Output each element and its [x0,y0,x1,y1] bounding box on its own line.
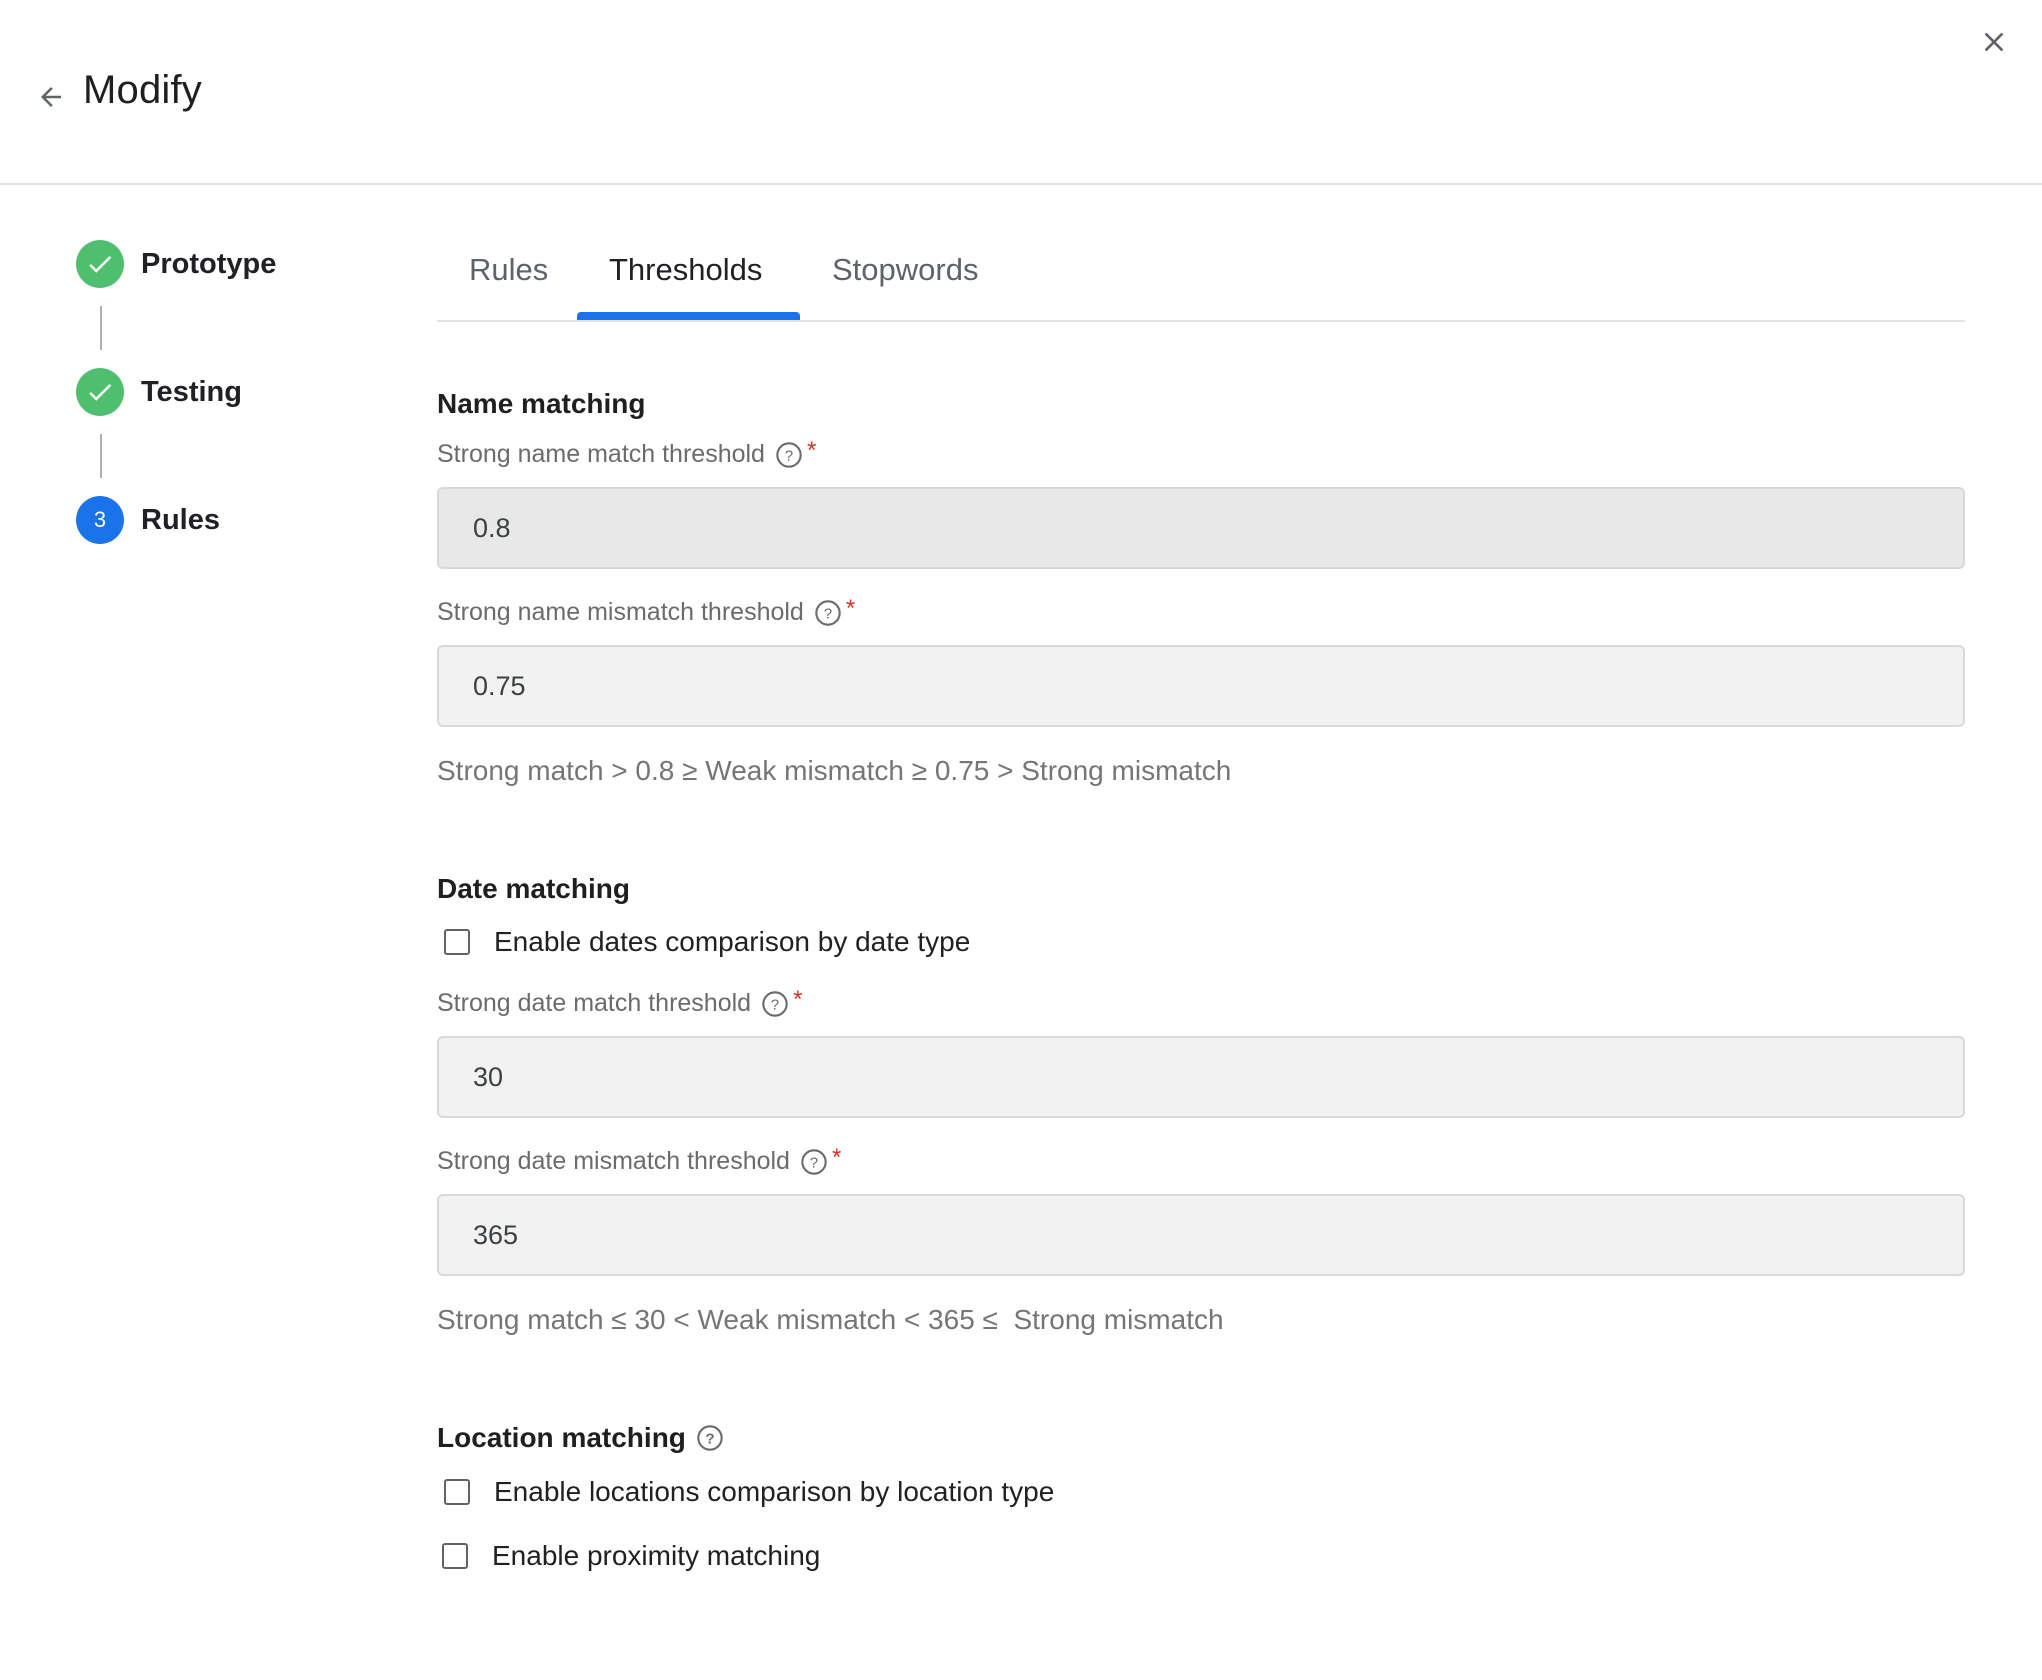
field-label-strong-date-mismatch: Strong date mismatch threshold ? * [437,1143,842,1176]
active-tab-indicator [577,312,800,320]
required-marker: * [793,985,803,1013]
date-threshold-hint: Strong match ≤ 30 < Weak mismatch < 365 … [437,1304,1224,1335]
checkbox-label: Enable dates comparison by date type [494,926,971,957]
step-prototype[interactable]: Prototype [76,240,276,288]
strong-name-match-input[interactable]: 0.8 [437,487,1965,569]
proximity-matching-checkbox[interactable]: Enable proximity matching [442,1540,820,1572]
check-icon [76,240,124,288]
check-icon [76,368,124,416]
back-arrow-icon[interactable] [36,82,66,112]
svg-text:?: ? [705,1430,714,1447]
help-icon[interactable]: ? [800,1148,828,1176]
step-testing[interactable]: Testing [76,368,242,416]
required-marker: * [806,436,817,464]
help-icon[interactable]: ? [696,1424,724,1452]
section-title-location-matching: Location matching ? [437,1422,724,1454]
help-icon[interactable]: ? [775,441,803,469]
location-type-comparison-checkbox[interactable]: Enable locations comparison by location … [444,1476,1054,1508]
strong-date-mismatch-input[interactable]: 365 [437,1194,1965,1276]
svg-text:?: ? [824,605,832,622]
tab-bar: Rules Thresholds Stopwords [437,240,1965,322]
help-icon[interactable]: ? [814,599,842,627]
svg-text:?: ? [785,447,793,464]
page-title: Modify [83,68,203,112]
step-rules[interactable]: 3 Rules [76,496,220,544]
date-type-comparison-checkbox[interactable]: Enable dates comparison by date type [444,926,970,958]
step-label: Prototype [141,247,277,280]
help-icon[interactable]: ? [761,990,789,1018]
close-icon[interactable] [1978,26,2010,58]
svg-text:?: ? [810,1154,818,1171]
checkbox-box[interactable] [444,929,470,955]
tab-thresholds[interactable]: Thresholds [609,252,762,288]
required-marker: * [831,1143,842,1171]
tab-rules[interactable]: Rules [469,252,548,288]
name-threshold-hint: Strong match > 0.8 ≥ Weak mismatch ≥ 0.7… [437,755,1232,786]
svg-text:?: ? [771,996,779,1013]
field-label-strong-date-match: Strong date match threshold ? * [437,985,803,1018]
field-label-strong-name-match: Strong name match threshold ? * [437,436,817,469]
field-label-strong-name-mismatch: Strong name mismatch threshold ? * [437,594,856,627]
step-label: Rules [141,503,220,536]
checkbox-box[interactable] [444,1479,470,1505]
section-title-name-matching: Name matching [437,388,646,419]
tab-stopwords[interactable]: Stopwords [832,252,978,288]
step-connector [100,434,102,478]
step-label: Testing [141,375,242,408]
checkbox-label: Enable locations comparison by location … [494,1476,1055,1507]
strong-date-match-input[interactable]: 30 [437,1036,1965,1118]
checkbox-box[interactable] [442,1543,468,1569]
section-title-date-matching: Date matching [437,873,630,904]
strong-name-mismatch-input[interactable]: 0.75 [437,645,1965,727]
step-connector [100,306,102,350]
step-number-badge: 3 [76,496,124,544]
required-marker: * [845,594,856,622]
dialog-header: Modify [0,0,2042,185]
checkbox-label: Enable proximity matching [492,1540,821,1571]
